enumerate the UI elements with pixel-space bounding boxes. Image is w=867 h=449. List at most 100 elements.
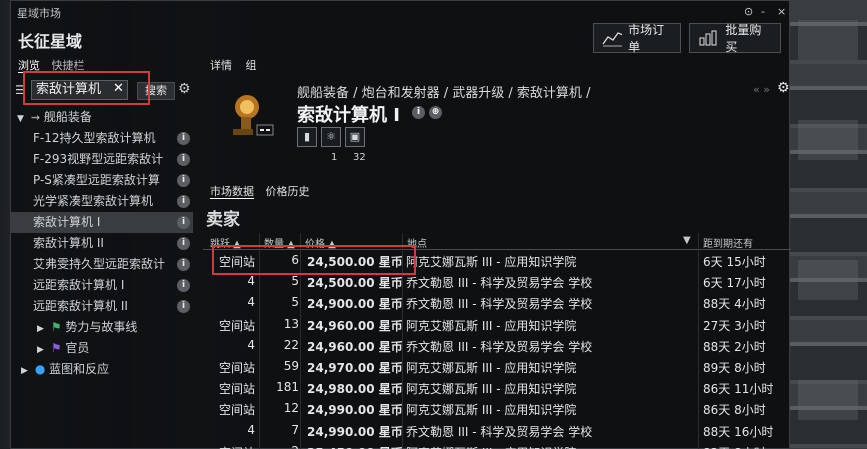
cell-location: 乔文勒恩 III - 科学及贸易学会 学校 [406,424,593,439]
tab-group[interactable]: 组 [246,59,257,72]
tree-item-label: 艾弗雯持久型远距索敌计 [33,257,166,271]
table-row[interactable]: 空间站 12 24,990.00 星币 阿克艾娜瓦斯 III - 应用知识学院 86天 … [203,398,791,419]
highlight-box [212,245,416,275]
info-icon[interactable]: i [177,174,190,187]
blueprint-icon: ● [34,362,46,376]
highlight-box [23,71,150,105]
tree-item-selected[interactable]: 索敌计算机 I i [11,212,193,233]
cell-location: 乔文勒恩 III - 科学及贸易学会 学校 [406,339,593,354]
tree-item[interactable]: F-12持久型索敌计算机 i [11,128,193,149]
cell-quantity: 7 [291,422,299,437]
skill-icon: ⚛ [321,127,341,147]
tab-details[interactable]: 详情 [210,59,232,72]
tree-item[interactable]: P-S紧凑型远距索敌计算 i [11,170,193,191]
tree-item[interactable]: 索敌计算机 II i [11,233,193,254]
tree-item-label: P-S紧凑型远距索敌计算 [33,173,160,187]
tree-item[interactable]: F-293视野型远距索敌计 i [11,149,193,170]
sort-arrow-icon[interactable]: ▼ [683,235,691,246]
tree-item[interactable]: 光学紧凑型索敌计算机 i [11,191,193,212]
tree-item-label: 索敌计算机 I [33,215,101,229]
targeting-computer-icon [233,95,274,136]
info-icon[interactable]: i [177,216,190,229]
data-tabs: 市场数据 价格历史 [210,183,318,199]
cell-jumps: 空间站 [218,360,255,375]
attr-count: 32 [353,152,366,163]
pin-icon[interactable]: ⊙ [744,5,753,18]
cell-price: 25,450.00 星币 [307,444,403,449]
info-icon[interactable]: i [412,106,425,119]
market-orders-button[interactable]: 市场订单 [593,23,681,54]
info-icon[interactable]: i [177,132,190,145]
table-row[interactable]: 空间站 59 24,970.00 星币 阿克艾娜瓦斯 III - 应用知识学院 89天 … [203,356,791,377]
info-icon[interactable]: i [177,300,190,313]
cell-quantity: 5 [291,274,299,289]
table-row[interactable]: 空间站 181 24,980.00 星币 阿克艾娜瓦斯 III - 应用知识学院 86天… [203,377,791,398]
info-icon[interactable]: i [177,195,190,208]
breadcrumb[interactable]: 舰船装备 / 炮台和发射器 / 武器升级 / 索敌计算机 / [297,82,590,101]
minimize-button[interactable]: - [761,5,765,18]
info-icon[interactable]: i [177,237,190,250]
browse-panel: 浏览 快捷栏 ☰ 索敌计算机 ✕ 搜索 ⚙ ▼ ⇝ 舰船装备 F-12持久型索敌… [11,55,193,449]
tab-price-history[interactable]: 价格历史 [266,185,310,198]
details-panel: 详情 组 舰船装备 / 炮台和发射器 / 武器升级 / 索敌计算机 / 索敌计算… [203,55,791,449]
chart-icon [602,32,623,47]
officer-icon: ⚑ [50,341,62,355]
chevron-right-icon: ▶ [21,366,28,376]
chevron-right-icon: ▶ [37,345,44,355]
cell-location: 阿克艾娜瓦斯 III - 应用知识学院 [406,382,577,397]
title-bar[interactable]: 星域市场 ⊙ - × [11,1,791,23]
history-arrows[interactable]: « » [753,83,770,96]
info-icon[interactable]: i [177,153,190,166]
cell-expires: 88天 4小时 [703,297,766,312]
tab-market-data[interactable]: 市场数据 [210,185,254,199]
attribute-icons: ▮ ⚛ ▣ [297,127,365,147]
cell-price: 24,960.00 星币 [307,318,403,333]
table-body: 空间站 6 24,500.00 星币 阿克艾娜瓦斯 III - 应用知识学院 6天 15… [203,250,791,449]
cell-expires: 86天 8小时 [703,403,766,418]
tree-item-label: 远距索敌计算机 II [33,299,128,313]
item-name: 索敌计算机 I [297,105,400,126]
tree-item-faction[interactable]: ▶ ⚑ 势力与故事线 [11,317,193,338]
table-row[interactable]: 空间站 13 24,960.00 星币 阿克艾娜瓦斯 III - 应用知识学院 27天 … [203,314,791,335]
faction-icon: ⚑ [50,320,62,334]
tree-item-label: F-293视野型远距索敌计 [33,152,164,166]
cpu-icon: ▣ [345,127,365,147]
table-row[interactable]: 4 5 24,900.00 星币 乔文勒恩 III - 科学及贸易学会 学校 88天 4… [203,292,791,313]
gear-icon[interactable]: ⚙ [777,80,790,96]
table-row[interactable]: 4 22 24,960.00 星币 乔文勒恩 III - 科学及贸易学会 学校 88天 … [203,335,791,356]
tree-item-label: 光学紧凑型索敌计算机 [33,194,154,208]
table-row[interactable]: 空间站 2 25,450.00 星币阿克艾娜瓦斯 III - 应用知识学院 82天 8… [203,441,791,449]
info-icon[interactable]: i [177,279,190,292]
tree-item[interactable]: 远距索敌计算机 II i [11,296,193,317]
cell-jumps: 4 [247,274,255,289]
bulk-buy-icon [699,30,717,46]
tree-item-officer[interactable]: ▶ ⚑ 官员 [11,338,193,359]
bulk-buy-button[interactable]: 批量购买 [689,23,781,54]
tree-item[interactable]: 远距索敌计算机 I i [11,275,193,296]
gear-icon[interactable]: ⚙ [178,81,191,97]
region-title: 长征星域 [18,32,83,51]
chevron-down-icon: ▼ [17,114,24,124]
tree-item-label: 远距索敌计算机 I [33,278,125,292]
close-button[interactable]: × [777,5,786,18]
tree-item-blueprints[interactable]: ▶ ● 蓝图和反应 [11,359,193,380]
cell-jumps: 4 [247,422,255,437]
tree-item-label: 蓝图和反应 [49,362,110,376]
market-tree: ▼ ⇝ 舰船装备 F-12持久型索敌计算机 i F-293视野型远距索敌计 i … [11,107,193,380]
cell-expires: 82天 8小时 [703,444,766,449]
target-icon[interactable]: ⊕ [429,106,442,119]
cell-price: 24,990.00 星币 [307,424,403,439]
cell-quantity: 12 [283,401,299,416]
cell-location: 阿克艾娜瓦斯 III - 应用知识学院 [406,360,577,375]
column-expires[interactable]: 距到期还有 [703,235,753,250]
tree-item-label: 索敌计算机 II [33,236,104,250]
window-title: 星域市场 [17,7,61,20]
info-icon[interactable]: i [177,258,190,271]
cell-price: 24,900.00 星币 [307,297,403,312]
cell-jumps: 空间站 [219,444,255,449]
table-row[interactable]: 4 7 24,990.00 星币 乔文勒恩 III - 科学及贸易学会 学校 88天 1… [203,420,791,441]
cell-jumps: 空间站 [218,318,255,333]
tree-item-ship-equipment[interactable]: ▼ ⇝ 舰船装备 [11,107,193,128]
cell-price: 24,960.00 星币 [307,339,403,354]
tree-item[interactable]: 艾弗雯持久型远距索敌计 i [11,254,193,275]
